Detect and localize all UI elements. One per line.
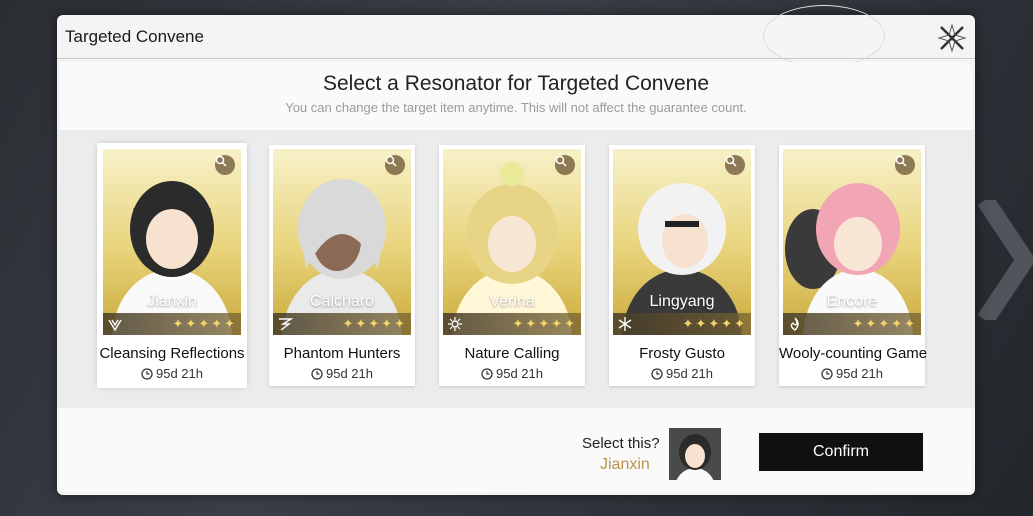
banner-timer: 95d 21h: [439, 366, 585, 381]
clock-icon: [481, 368, 493, 380]
avatar-art: [669, 428, 721, 480]
banner-timer: 95d 21h: [99, 366, 245, 381]
magnifier-icon: [895, 155, 907, 167]
rarity-bar: ✦✦✦✦✦: [613, 313, 751, 335]
character-portrait: Encore: [783, 149, 921, 335]
zoom-button[interactable]: [385, 155, 405, 175]
rarity-stars: ✦✦✦✦✦: [682, 316, 747, 331]
rarity-bar: ✦✦✦✦✦: [443, 313, 581, 335]
resonator-card-jianxin[interactable]: Jianxin ✦✦✦✦✦ Cleansing Reflections 95d …: [97, 143, 247, 388]
character-name: Verina: [489, 293, 535, 310]
character-name: Encore: [826, 293, 878, 310]
magnifier-icon: [215, 155, 227, 167]
confirm-button[interactable]: Confirm: [759, 433, 923, 471]
page-subheading: You can change the target item anytime. …: [285, 100, 747, 115]
header-divider: [57, 58, 975, 59]
timer-text: 95d 21h: [836, 366, 883, 381]
zoom-button[interactable]: [895, 155, 915, 175]
zoom-button[interactable]: [215, 155, 235, 175]
timer-text: 95d 21h: [156, 366, 203, 381]
resonator-card-lingyang[interactable]: Lingyang ✦✦✦✦✦ Frosty Gusto 95d 21h: [609, 145, 755, 386]
banner-name: Wooly-counting Game: [779, 345, 928, 362]
magnifier-icon: [725, 155, 737, 167]
rarity-stars: ✦✦✦✦✦: [342, 316, 407, 331]
character-portrait: Calcharo: [273, 149, 411, 335]
banner-name: Frosty Gusto: [639, 345, 725, 362]
rarity-stars: ✦✦✦✦✦: [852, 316, 917, 331]
zoom-button[interactable]: [555, 155, 575, 175]
resonator-card-calcharo[interactable]: Calcharo ✦✦✦✦✦ Phantom Hunters 95d 21h: [269, 145, 415, 386]
resonator-card-encore[interactable]: Encore ✦✦✦✦✦ Wooly-counting Game 95d 21h: [779, 145, 928, 386]
wind-icon: [108, 319, 122, 332]
rarity-bar: ✦✦✦✦✦: [273, 313, 411, 335]
banner-timer: 95d 21h: [609, 366, 755, 381]
electro-icon: [279, 318, 293, 331]
banner-timer: 95d 21h: [269, 366, 415, 381]
timer-text: 95d 21h: [496, 366, 543, 381]
close-icon: [937, 23, 967, 53]
modal-header: Targeted Convene: [57, 5, 975, 67]
page-heading: Select a Resonator for Targeted Convene: [322, 72, 710, 95]
rarity-bar: ✦✦✦✦✦: [783, 313, 921, 335]
magnifier-icon: [555, 155, 567, 167]
targeted-convene-modal: Targeted Convene Select a Resonator for …: [57, 5, 975, 495]
rarity-bar: ✦✦✦✦✦: [103, 313, 241, 335]
rarity-stars: ✦✦✦✦✦: [512, 316, 577, 331]
banner-name: Phantom Hunters: [283, 345, 401, 362]
clock-icon: [651, 368, 663, 380]
resonator-list: Jianxin ✦✦✦✦✦ Cleansing Reflections 95d …: [57, 130, 975, 408]
rarity-stars: ✦✦✦✦✦: [172, 316, 237, 331]
character-name: Lingyang: [649, 293, 715, 310]
timer-text: 95d 21h: [666, 366, 713, 381]
banner-name: Cleansing Reflections: [99, 345, 245, 362]
zoom-button[interactable]: [725, 155, 745, 175]
clock-icon: [311, 368, 323, 380]
character-name: Calcharo: [309, 293, 375, 310]
selected-character-avatar: [669, 428, 721, 480]
clock-icon: [821, 368, 833, 380]
selection-prompt: Select this?: [582, 435, 660, 452]
character-portrait: Verina: [443, 149, 581, 335]
character-portrait: Lingyang: [613, 149, 751, 335]
character-name: Jianxin: [147, 293, 197, 310]
resonator-card-verina[interactable]: Verina ✦✦✦✦✦ Nature Calling 95d 21h: [439, 145, 585, 386]
fusion-icon: [790, 317, 799, 331]
banner-name: Nature Calling: [464, 345, 560, 362]
clock-icon: [141, 368, 153, 380]
banner-timer: 95d 21h: [779, 366, 925, 381]
magnifier-icon: [385, 155, 397, 167]
selected-character-name: Jianxin: [600, 456, 650, 473]
glacio-icon: [618, 317, 632, 331]
timer-text: 95d 21h: [326, 366, 373, 381]
close-button[interactable]: [935, 21, 969, 55]
modal-title: Targeted Convene: [65, 27, 204, 46]
background-chevron: [977, 200, 1033, 320]
character-portrait: Jianxin: [103, 149, 241, 335]
spectro-icon: [448, 317, 462, 331]
